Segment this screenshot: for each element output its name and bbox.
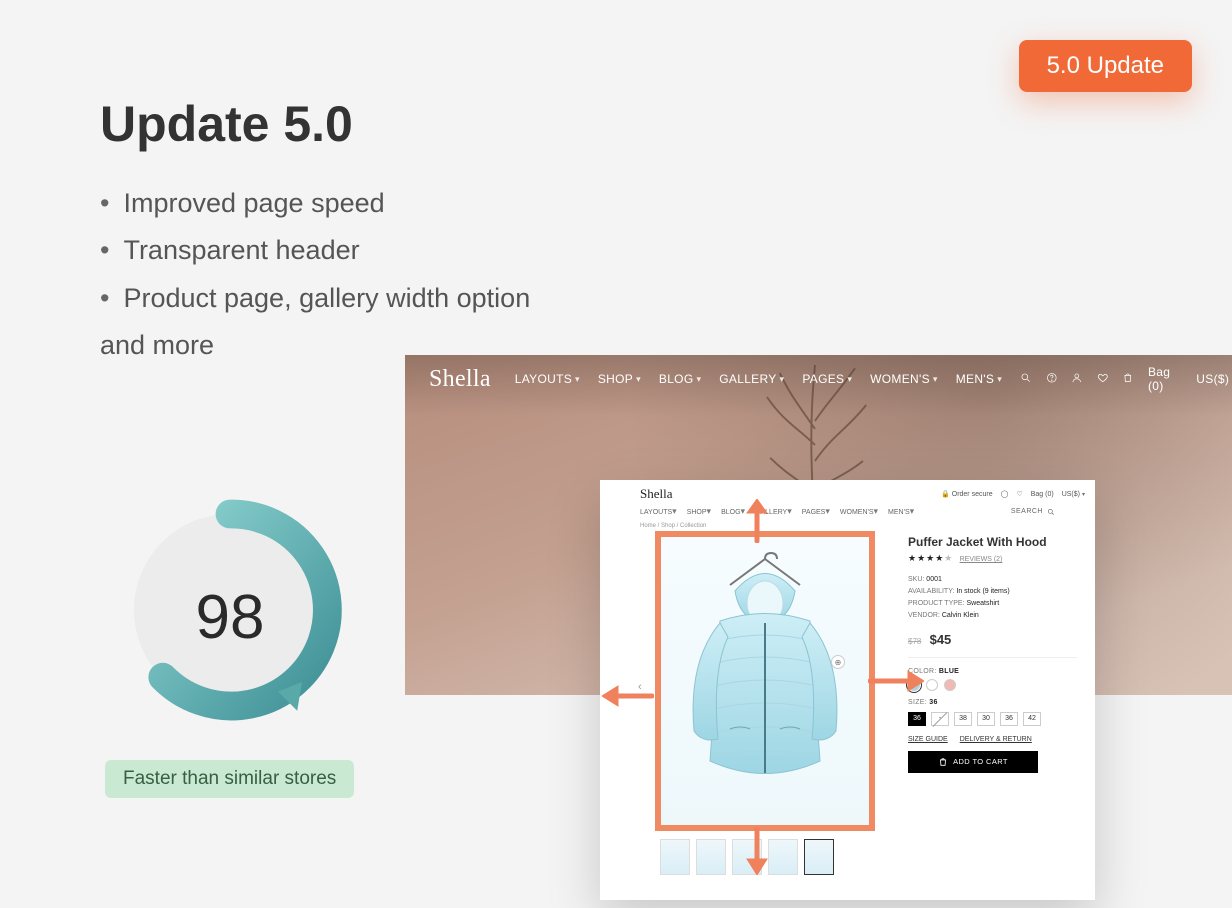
arrow-up-icon: [740, 499, 774, 548]
secure-badge: 🔒 Order secure: [941, 490, 993, 498]
thumbnail[interactable]: [696, 839, 726, 875]
bag-icon[interactable]: [1122, 372, 1134, 386]
chevron-down-icon: ▾: [780, 374, 785, 385]
product-gallery: ‹ ›: [640, 531, 890, 875]
pc-nav-pages[interactable]: PAGES▾: [802, 506, 830, 517]
hero-logo[interactable]: Shella: [429, 366, 491, 393]
search-icon[interactable]: [1020, 372, 1032, 386]
jacket-image-icon: [680, 551, 850, 811]
size-option[interactable]: 36: [908, 712, 926, 726]
color-swatches: [908, 679, 1077, 691]
nav-womens[interactable]: WOMEN'S▾: [870, 372, 938, 386]
page-title: Update 5.0: [100, 95, 353, 153]
zoom-icon[interactable]: ⊕: [831, 655, 845, 669]
nav-mens[interactable]: MEN'S▾: [956, 372, 1002, 386]
arrow-left-icon: [602, 681, 654, 716]
speed-gauge: 98: [110, 490, 350, 735]
star-rating: ★★★★★: [908, 553, 953, 563]
nav-blog[interactable]: BLOG▾: [659, 372, 701, 386]
pc-nav-layouts[interactable]: LAYOUTS▾: [640, 506, 677, 517]
nav-shop[interactable]: SHOP▾: [598, 372, 641, 386]
size-option[interactable]: 38: [954, 712, 972, 726]
swatch-pink[interactable]: [944, 679, 956, 691]
thumbnail[interactable]: [660, 839, 690, 875]
pc-nav-shop[interactable]: SHOP▾: [687, 506, 711, 517]
user-icon[interactable]: [1071, 372, 1083, 386]
size-option[interactable]: 36: [1000, 712, 1018, 726]
faster-badge: Faster than similar stores: [105, 760, 354, 798]
gallery-main-image[interactable]: ⊕: [655, 531, 875, 831]
thumbnail-selected[interactable]: [804, 839, 834, 875]
size-options: 36 - 38 30 36 42: [908, 712, 1077, 726]
feature-item: Improved page speed: [100, 180, 530, 227]
currency-select[interactable]: US($)▾: [1196, 372, 1232, 386]
pc-logo[interactable]: Shella: [640, 486, 673, 502]
pc-nav-mens[interactable]: MEN'S▾: [888, 506, 914, 517]
search-icon: [1047, 508, 1055, 516]
swatch-white[interactable]: [926, 679, 938, 691]
color-label: COLOR: BLUE: [908, 668, 1077, 675]
bag-label[interactable]: Bag (0): [1148, 365, 1182, 393]
chevron-down-icon: ▾: [696, 374, 701, 385]
feature-item: Transparent header: [100, 227, 530, 274]
pc-user-icon[interactable]: ◯: [1001, 490, 1009, 498]
pc-navbar: Shella 🔒 Order secure ◯ ♡ Bag (0) US($)▾: [600, 480, 1095, 502]
size-option[interactable]: 30: [977, 712, 995, 726]
chevron-down-icon: ▾: [933, 374, 938, 385]
chevron-down-icon: ▾: [575, 374, 580, 385]
price: $78 $45: [908, 632, 1077, 647]
pc-currency-select[interactable]: US($)▾: [1062, 491, 1085, 498]
product-title: Puffer Jacket With Hood: [908, 535, 1077, 549]
hero-navbar: Shella LAYOUTS▾ SHOP▾ BLOG▾ GALLERY▾ PAG…: [405, 365, 1232, 393]
chevron-down-icon: ▾: [847, 374, 852, 385]
pc-heart-icon[interactable]: ♡: [1016, 490, 1022, 498]
nav-pages[interactable]: PAGES▾: [802, 372, 852, 386]
product-details: Puffer Jacket With Hood ★★★★★ REVIEWS (2…: [890, 531, 1085, 875]
product-meta: SKU: 0001 AVAILABILITY: In stock (9 item…: [908, 574, 1077, 622]
gallery-thumbnails: [660, 839, 890, 875]
pc-nav-womens[interactable]: WOMEN'S▾: [840, 506, 878, 517]
gauge-score: 98: [110, 582, 350, 653]
size-option[interactable]: 42: [1023, 712, 1041, 726]
chevron-down-icon: ▾: [636, 374, 641, 385]
arrow-down-icon: [740, 827, 774, 880]
delivery-return-link[interactable]: DELIVERY & RETURN: [960, 736, 1032, 743]
pc-bag-label[interactable]: Bag (0): [1031, 491, 1054, 498]
nav-layouts[interactable]: LAYOUTS▾: [515, 372, 580, 386]
size-guide-link[interactable]: SIZE GUIDE: [908, 736, 948, 743]
new-price: $45: [930, 632, 952, 647]
old-price: $78: [908, 637, 921, 646]
bag-icon: [938, 757, 948, 767]
size-option-unavailable: -: [931, 712, 949, 726]
update-badge: 5.0 Update: [1019, 40, 1192, 92]
add-to-cart-button[interactable]: ADD TO CART: [908, 751, 1038, 773]
arrow-right-icon: [868, 666, 924, 701]
heart-icon[interactable]: [1097, 372, 1109, 386]
feature-list: Improved page speed Transparent header P…: [100, 180, 530, 369]
reviews-link[interactable]: REVIEWS (2): [960, 556, 1003, 563]
chevron-down-icon: ▾: [997, 374, 1002, 385]
help-icon[interactable]: [1046, 372, 1058, 386]
pc-search[interactable]: SEARCH: [1011, 508, 1055, 516]
feature-item: Product page, gallery width option: [100, 275, 530, 322]
nav-gallery[interactable]: GALLERY▾: [719, 372, 784, 386]
size-label: SIZE: 36: [908, 699, 1077, 706]
product-page-screenshot: Shella 🔒 Order secure ◯ ♡ Bag (0) US($)▾…: [600, 480, 1095, 900]
